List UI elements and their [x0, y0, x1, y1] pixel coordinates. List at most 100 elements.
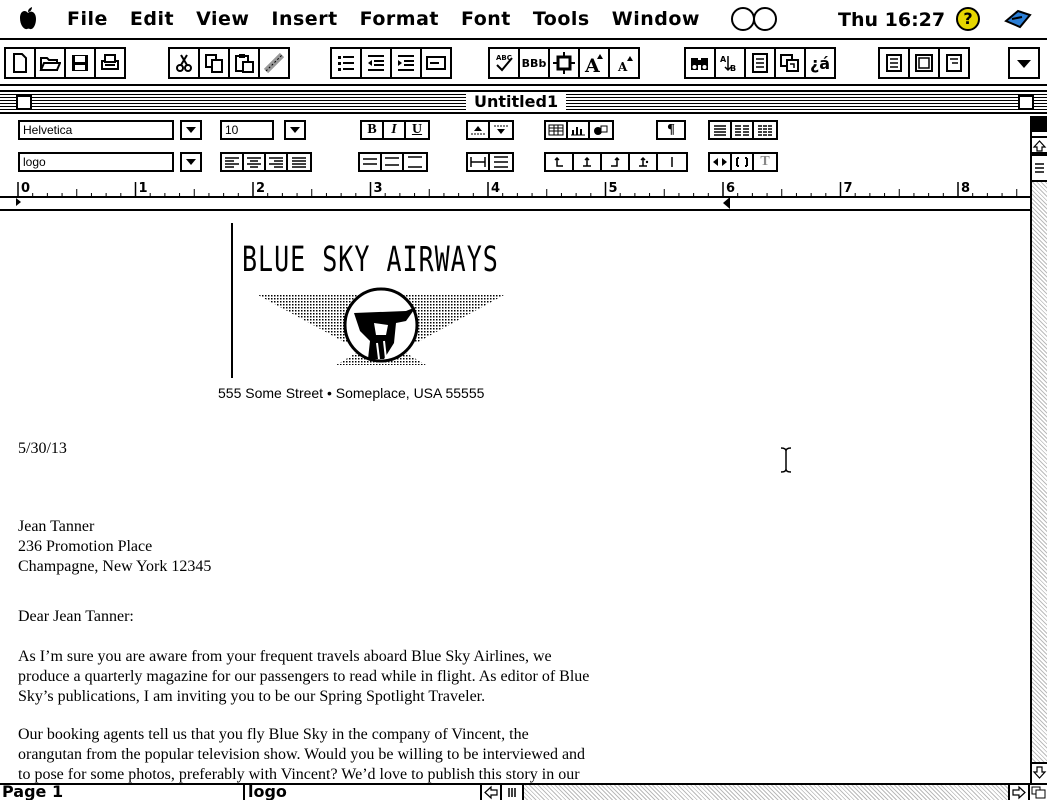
horizontal-scroll-thumb[interactable]	[502, 785, 524, 800]
spelling-check-icon[interactable]: ABC	[488, 47, 520, 79]
first-line-indent-marker[interactable]	[16, 198, 21, 206]
align-left-icon[interactable]	[222, 154, 244, 170]
border-box-icon[interactable]	[548, 47, 580, 79]
bold-button[interactable]: B	[362, 122, 384, 138]
one-half-spacing-icon[interactable]	[382, 154, 404, 170]
font-popup-arrow-icon[interactable]	[180, 120, 202, 140]
ruler[interactable]: 0 1 2 3 4 5 6 7 8	[0, 177, 1030, 211]
open-folder-icon[interactable]	[34, 47, 66, 79]
split-bar[interactable]	[1032, 116, 1047, 132]
page-view-icon[interactable]	[908, 47, 940, 79]
vertical-scroll-track[interactable]	[1032, 154, 1047, 762]
insert-drawing-icon[interactable]	[590, 122, 612, 138]
size-popup-arrow-icon[interactable]	[284, 120, 306, 140]
normal-view-icon[interactable]	[878, 47, 910, 79]
application-menu-icon[interactable]	[1004, 7, 1032, 31]
window-title-bar[interactable]: Untitled1	[0, 90, 1047, 114]
italic-button[interactable]: I	[384, 122, 406, 138]
spanish-characters-icon[interactable]: ¿á	[804, 47, 836, 79]
insert-table-icon[interactable]	[546, 122, 568, 138]
indent-margins-icon[interactable]	[710, 154, 732, 170]
cut-scissors-icon[interactable]	[168, 47, 200, 79]
insert-chart-icon[interactable]	[568, 122, 590, 138]
scroll-left-arrow-icon[interactable]	[480, 785, 502, 800]
lower-baseline-icon[interactable]	[490, 122, 512, 138]
size-box-icon[interactable]	[1030, 785, 1047, 800]
table-scale-icon[interactable]: T	[754, 154, 776, 170]
grow-font-icon[interactable]: A	[578, 47, 610, 79]
copy-icon[interactable]	[198, 47, 230, 79]
shrink-font-icon[interactable]: A	[608, 47, 640, 79]
document-body[interactable]: BLUE SKY AIRWAYS 555 Some Street • Somep…	[0, 213, 1030, 783]
menu-font[interactable]: Font	[450, 8, 522, 30]
insert-frame-icon[interactable]	[420, 47, 452, 79]
formatting-bar-character: Helvetica 10 B I U ¶	[0, 116, 1030, 144]
vertical-scrollbar[interactable]	[1030, 116, 1047, 784]
right-tab-icon[interactable]	[602, 154, 630, 170]
horizontal-scroll-track[interactable]	[524, 785, 1008, 800]
align-center-icon[interactable]	[244, 154, 266, 170]
increase-indent-icon[interactable]	[390, 47, 422, 79]
raise-baseline-icon[interactable]	[468, 122, 490, 138]
document-icon[interactable]	[744, 47, 776, 79]
menu-tools[interactable]: Tools	[522, 8, 601, 30]
menu-edit[interactable]: Edit	[119, 8, 185, 30]
page-margins-icon[interactable]	[732, 154, 754, 170]
scroll-right-arrow-icon[interactable]	[1008, 785, 1030, 800]
single-spacing-icon[interactable]	[360, 154, 382, 170]
clear-eraser-icon[interactable]	[258, 47, 290, 79]
show-paragraph-marks-icon[interactable]: ¶	[658, 122, 684, 138]
help-icon[interactable]: ?	[956, 7, 980, 31]
underline-button[interactable]: U	[406, 122, 428, 138]
ruler-scale[interactable]: 0 1 2 3 4 5 6 7 8	[0, 177, 1030, 211]
paragraph-style-field[interactable]: logo	[18, 152, 174, 172]
justify-icon[interactable]	[288, 154, 310, 170]
three-columns-icon[interactable]	[754, 122, 776, 138]
recipient-name: Jean Tanner	[18, 518, 95, 535]
menu-file[interactable]: File	[56, 8, 119, 30]
bullet-list-icon[interactable]	[330, 47, 362, 79]
scroll-down-arrow-icon[interactable]	[1032, 762, 1047, 784]
decimal-tab-icon[interactable]	[630, 154, 658, 170]
vertical-line-tab-icon[interactable]	[658, 154, 686, 170]
glossary-icon[interactable]	[774, 47, 806, 79]
font-size-field[interactable]: 10	[220, 120, 274, 140]
page-number-indicator[interactable]: Page 1	[2, 783, 63, 800]
decrease-indent-icon[interactable]	[360, 47, 392, 79]
double-spacing-icon[interactable]	[404, 154, 426, 170]
save-disk-icon[interactable]	[64, 47, 96, 79]
svg-text:A: A	[720, 55, 727, 64]
font-name-field[interactable]: Helvetica	[18, 120, 174, 140]
toolbar-dropdown-icon[interactable]	[1008, 47, 1040, 79]
small-caps-icon[interactable]: BBb	[518, 47, 550, 79]
sort-icon[interactable]: AB	[714, 47, 746, 79]
right-indent-marker[interactable]	[723, 197, 730, 209]
zoom-box-icon[interactable]	[1018, 95, 1034, 110]
menu-view[interactable]: View	[185, 8, 260, 30]
space-after-icon[interactable]	[490, 154, 512, 170]
find-binoculars-icon[interactable]	[684, 47, 716, 79]
paste-clipboard-icon[interactable]	[228, 47, 260, 79]
salutation: Dear Jean Tanner:	[18, 608, 134, 625]
new-document-icon[interactable]	[4, 47, 36, 79]
menu-format[interactable]: Format	[349, 8, 450, 30]
menu-insert[interactable]: Insert	[260, 8, 348, 30]
window-switcher-icon[interactable]	[730, 7, 777, 31]
edit-button-group	[168, 47, 290, 79]
company-logo[interactable]: BLUE SKY AIRWAYS	[228, 221, 528, 386]
close-box-icon[interactable]	[16, 95, 32, 110]
left-tab-icon[interactable]	[546, 154, 574, 170]
menu-window[interactable]: Window	[601, 8, 711, 30]
apple-menu-icon[interactable]	[0, 7, 56, 31]
style-popup-arrow-icon[interactable]	[180, 152, 202, 172]
vertical-scroll-thumb[interactable]	[1032, 154, 1047, 182]
two-columns-icon[interactable]	[732, 122, 754, 138]
print-icon[interactable]	[94, 47, 126, 79]
center-tab-icon[interactable]	[574, 154, 602, 170]
one-column-icon[interactable]	[710, 122, 732, 138]
current-style-indicator[interactable]: logo	[248, 783, 287, 800]
scroll-up-arrow-icon[interactable]	[1032, 136, 1047, 154]
align-right-icon[interactable]	[266, 154, 288, 170]
space-before-icon[interactable]	[468, 154, 490, 170]
outline-view-icon[interactable]	[938, 47, 970, 79]
